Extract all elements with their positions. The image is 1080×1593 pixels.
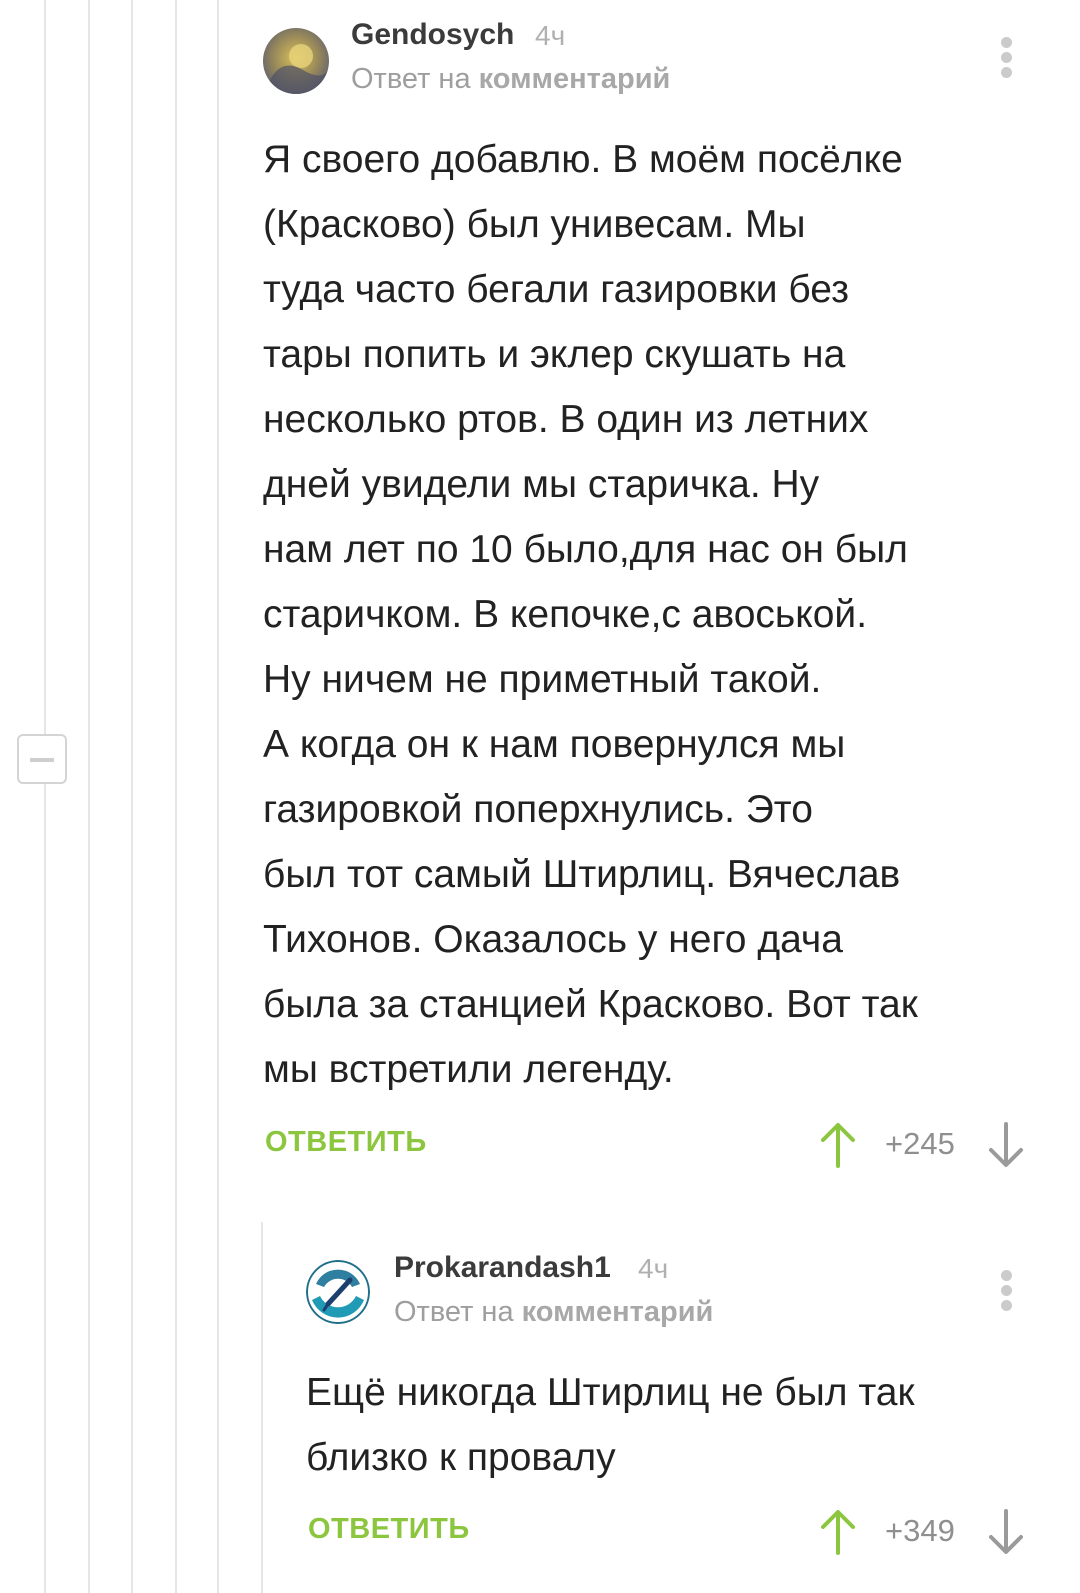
arrow-up-icon[interactable] bbox=[818, 1507, 858, 1557]
comment-line: Я своего добавлю. В моём посёлке bbox=[263, 138, 903, 181]
reply-to-link[interactable]: комментарий bbox=[522, 1296, 714, 1328]
comment-body: Ещё никогда Штирлиц не был так близко к … bbox=[306, 1360, 1046, 1490]
arrow-down-icon[interactable] bbox=[986, 1507, 1026, 1557]
comment-line: нам лет по 10 было,для нас он был bbox=[263, 528, 908, 571]
avatar-image bbox=[306, 1260, 370, 1324]
reply-button[interactable]: ОТВЕТИТЬ bbox=[265, 1126, 427, 1159]
reply-to-label: Ответ на комментарий bbox=[351, 63, 670, 96]
comment-line: Ещё никогда Штирлиц не был так bbox=[306, 1371, 915, 1414]
avatar-image bbox=[263, 28, 329, 94]
comment-line: (Красково) был унивесам. Мы bbox=[263, 203, 806, 246]
comment-line: близко к провалу bbox=[306, 1436, 616, 1479]
comment-line: была за станцией Красково. Вот так bbox=[263, 983, 918, 1026]
more-vertical-icon[interactable] bbox=[999, 37, 1013, 82]
avatar[interactable] bbox=[263, 28, 329, 94]
comment-line: был тот самый Штирлиц. Вячеслав bbox=[263, 853, 901, 896]
comment-author[interactable]: Gendosych bbox=[351, 18, 514, 52]
comment-line: дней увидели мы старичка. Ну bbox=[263, 463, 820, 506]
reply-button[interactable]: ОТВЕТИТЬ bbox=[308, 1513, 470, 1546]
comment-line: туда часто бегали газировки без bbox=[263, 268, 849, 311]
reply-to-link[interactable]: комментарий bbox=[479, 63, 671, 95]
comment: Gendosych 4ч Ответ на комментарий Я свое… bbox=[0, 0, 1080, 1200]
comment-line: мы встретили легенду. bbox=[263, 1048, 674, 1091]
comment-line: старичком. В кепочке,с авоськой. bbox=[263, 593, 868, 636]
reply-to-prefix: Ответ на bbox=[394, 1296, 514, 1328]
arrow-up-icon[interactable] bbox=[818, 1120, 858, 1170]
comment-reply: Prokarandash1 4ч Ответ на комментарий Ещ… bbox=[0, 1230, 1080, 1593]
reply-to-prefix: Ответ на bbox=[351, 63, 471, 95]
rating-value: +245 bbox=[885, 1126, 955, 1161]
comment-line: Ну ничем не приметный такой. bbox=[263, 658, 822, 701]
avatar[interactable] bbox=[306, 1260, 370, 1324]
comment-time: 4ч bbox=[638, 1253, 669, 1284]
comment-line: Тихонов. Оказалось у него дача bbox=[263, 918, 843, 961]
comment-line: тары попить и эклер скушать на bbox=[263, 333, 846, 376]
comment-line: несколько ртов. В один из летних bbox=[263, 398, 869, 441]
arrow-down-icon[interactable] bbox=[986, 1120, 1026, 1170]
comment-line: газировкой поперхнулись. Это bbox=[263, 788, 813, 831]
reply-to-label: Ответ на комментарий bbox=[394, 1296, 713, 1329]
comment-line: А когда он к нам повернулся мы bbox=[263, 723, 846, 766]
comment-body: Я своего добавлю. В моём посёлке (Краско… bbox=[263, 127, 1043, 1102]
more-vertical-icon[interactable] bbox=[999, 1270, 1013, 1315]
comment-time: 4ч bbox=[535, 20, 566, 51]
rating-value: +349 bbox=[885, 1513, 955, 1548]
comment-author[interactable]: Prokarandash1 bbox=[394, 1251, 611, 1285]
